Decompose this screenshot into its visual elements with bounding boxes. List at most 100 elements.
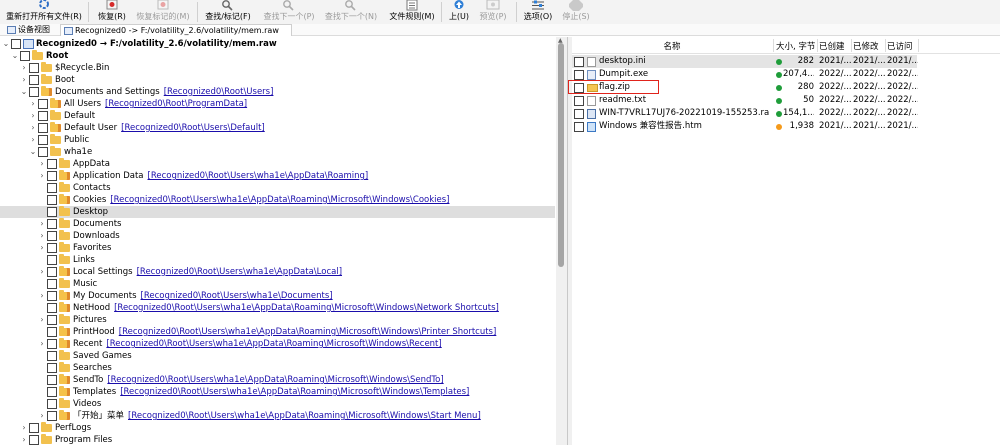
stop-button[interactable]: 停止(S) [560,0,592,24]
expand-arrow-icon[interactable]: › [29,122,37,134]
tree-checkbox[interactable] [47,279,57,289]
tree-item-link[interactable]: [Recognized0\Root\Users\Default] [121,123,265,133]
tree-row[interactable]: › Pictures [0,314,555,326]
tree-row[interactable]: NetHood [Recognized0\Root\Users\wha1e\App… [0,302,555,314]
tree-checkbox[interactable] [47,159,57,169]
expand-arrow-icon[interactable]: › [20,74,28,86]
tree-item-link[interactable]: [Recognized0\Root\Users] [164,87,274,97]
expand-arrow-icon[interactable]: › [38,170,46,182]
tree-row[interactable]: Contacts [0,182,555,194]
tree-checkbox[interactable] [47,303,57,313]
file-row[interactable]: Windows 兼容性报告.htm 1,938 2021/... 2021/... 20… [572,120,918,133]
tree-row[interactable]: ⌄ Root [0,50,555,62]
tree-row[interactable]: Searches [0,362,555,374]
expand-arrow-icon[interactable]: › [38,338,46,350]
tree-item-link[interactable]: [Recognized0\Root\Users\wha1e\AppData\Lo… [137,267,342,277]
recover-button[interactable]: 恢复(R) [92,0,132,24]
collapse-arrow-icon[interactable]: ⌄ [20,86,28,98]
expand-arrow-icon[interactable]: › [38,230,46,242]
tree-checkbox[interactable] [47,243,57,253]
file-checkbox[interactable] [574,122,584,132]
tree-item-link[interactable]: [Recognized0\Root\Users\wha1e\AppData\Ro… [120,387,469,397]
tree-checkbox[interactable] [38,147,48,157]
expand-arrow-icon[interactable]: › [20,422,28,434]
file-list[interactable]: 名称 大小, 字节 已创建 已修改 已访问 desktop.ini 282 2021… [572,37,1000,445]
find-next-button[interactable]: 查找下一个(N) [322,0,380,24]
recover-marked-button[interactable]: 恢复标记的(M) [134,0,192,24]
tree-checkbox[interactable] [20,51,30,61]
tree-row[interactable]: › Recent [Recognized0\Root\Users\wha1e\App… [0,338,555,350]
column-header-accessed[interactable]: 已访问 [887,40,917,52]
file-row[interactable]: desktop.ini 282 2021/... 2021/... 2021/... [572,55,918,68]
tree-row[interactable]: PrintHood [Recognized0\Root\Users\wha1e\A… [0,326,555,338]
tree-checkbox[interactable] [29,423,39,433]
tree-row[interactable]: › Favorites [0,242,555,254]
column-header-created[interactable]: 已创建 [819,40,849,52]
tree-checkbox[interactable] [47,351,57,361]
tree-item-link[interactable]: [Recognized0\Root\Users\wha1e\AppData\Ro… [114,303,499,313]
expand-arrow-icon[interactable]: › [38,218,46,230]
tree-item-link[interactable]: [Recognized0\Root\Users\wha1e\AppData\Ro… [119,327,497,337]
tree-checkbox[interactable] [47,363,57,373]
tree-checkbox[interactable] [47,291,57,301]
tree-row[interactable]: Links [0,254,555,266]
tree-checkbox[interactable] [47,171,57,181]
tree-checkbox[interactable] [47,183,57,193]
expand-arrow-icon[interactable]: › [38,314,46,326]
tree-checkbox[interactable] [38,135,48,145]
options-button[interactable]: 选项(O) [522,0,554,24]
tree-row[interactable]: › PerfLogs [0,422,555,434]
reopen-all-button[interactable]: 重新打开所有文件(R) [4,0,84,24]
expand-arrow-icon[interactable]: › [29,134,37,146]
tree-row[interactable]: Videos [0,398,555,410]
tab-device-view[interactable]: 设备视图 [4,24,56,36]
tree-row[interactable]: › Public [0,134,555,146]
tree-checkbox[interactable] [47,399,57,409]
find-mark-button[interactable]: 查找/标记(F) [202,0,254,24]
expand-arrow-icon[interactable]: › [20,434,28,445]
tree-checkbox[interactable] [47,411,57,421]
expand-arrow-icon[interactable]: › [20,62,28,74]
tree-item-link[interactable]: [Recognized0\Root\Users\wha1e\AppData\Ro… [128,411,481,421]
collapse-arrow-icon[interactable]: ⌄ [29,146,37,158]
tree-row[interactable]: › AppData [0,158,555,170]
file-checkbox[interactable] [574,70,584,80]
expand-arrow-icon[interactable]: › [38,242,46,254]
expand-arrow-icon[interactable]: › [38,158,46,170]
tree-checkbox[interactable] [47,231,57,241]
tree-row[interactable]: › Default [0,110,555,122]
tree-item-link[interactable]: [Recognized0\Root\Users\wha1e\AppData\Ro… [148,171,369,181]
tree-vertical-scrollbar[interactable]: ▲ [556,37,567,445]
tree-checkbox[interactable] [38,99,48,109]
tree-row[interactable]: › Downloads [0,230,555,242]
tree-item-link[interactable]: [Recognized0\Root\Users\wha1e\AppData\Ro… [106,339,441,349]
tree-root-row[interactable]: ⌄ Recognized0 → F:/volatility_2.6/volati… [0,38,555,50]
tree-row[interactable]: › Application Data [Recognized0\Root\Users… [0,170,555,182]
tree-row[interactable]: › Boot [0,74,555,86]
tree-item-link[interactable]: [Recognized0\Root\ProgramData] [105,99,247,109]
tree-item-link[interactable]: [Recognized0\Root\Users\wha1e\AppData\Ro… [110,195,449,205]
file-rules-button[interactable]: 文件规则(M) [388,0,436,24]
tree-row[interactable]: › My Documents [Recognized0\Root\Users\wha… [0,290,555,302]
tree-row[interactable]: › Program Files [0,434,555,445]
tree-checkbox[interactable] [38,111,48,121]
up-button[interactable]: 上(U) [446,0,472,24]
tree-row[interactable]: › $Recycle.Bin [0,62,555,74]
tree-row[interactable]: Saved Games [0,350,555,362]
column-divider[interactable] [851,39,852,52]
expand-arrow-icon[interactable]: › [38,410,46,422]
tree-checkbox[interactable] [47,195,57,205]
preview-button[interactable]: 预览(P) [476,0,510,24]
column-divider[interactable] [773,39,774,52]
tree-checkbox[interactable] [47,375,57,385]
tree-checkbox[interactable] [47,387,57,397]
tree-row[interactable]: › 「开始」菜单 [Recognized0\Root\Users\wha1e\App… [0,410,555,422]
tree-row[interactable]: › Default User [Recognized0\Root\Users\Def… [0,122,555,134]
file-row[interactable]: WIN-T7VRL17UJ76-20221019-155253.raw 154,1… [572,107,918,120]
tree-row[interactable]: ⌄ Documents and Settings [Recognized0\Root… [0,86,555,98]
tree-row[interactable]: ⌄ wha1e [0,146,555,158]
tree-row[interactable]: SendTo [Recognized0\Root\Users\wha1e\AppD… [0,374,555,386]
tree-checkbox[interactable] [38,123,48,133]
expand-arrow-icon[interactable]: › [38,266,46,278]
file-checkbox[interactable] [574,96,584,106]
